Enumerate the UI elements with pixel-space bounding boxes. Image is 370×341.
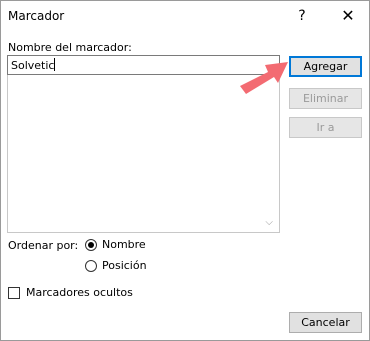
hidden-bookmarks-label: Marcadores ocultos	[26, 286, 133, 299]
close-button[interactable]: ✕	[333, 5, 363, 27]
goto-button[interactable]: Ir a	[289, 117, 362, 138]
bookmark-name-label: Nombre del marcador:	[8, 41, 132, 54]
radio-unselected-icon	[85, 259, 97, 272]
bookmark-dialog: Marcador ? ✕ Nombre del marcador: Solvet…	[0, 0, 370, 341]
pointer-arrow-icon	[240, 62, 288, 94]
add-button[interactable]: Agregar	[289, 56, 362, 77]
dialog-title: Marcador	[8, 9, 65, 23]
sort-by-name-radio[interactable]: Nombre	[85, 238, 146, 251]
sort-option-label: Posición	[102, 259, 147, 272]
help-button[interactable]: ?	[291, 5, 313, 27]
delete-button[interactable]: Eliminar	[289, 88, 362, 109]
checkbox-icon	[8, 286, 20, 299]
hidden-bookmarks-checkbox[interactable]: Marcadores ocultos	[8, 286, 133, 299]
bookmark-name-value: Solvetic	[11, 59, 55, 72]
radio-selected-icon	[85, 238, 97, 251]
sort-by-position-radio[interactable]: Posición	[85, 259, 147, 272]
sort-option-label: Nombre	[102, 238, 146, 251]
chevron-down-icon: ⌵	[265, 217, 273, 228]
cancel-button[interactable]: Cancelar	[289, 312, 362, 333]
text-caret	[54, 58, 56, 71]
sort-label: Ordenar por:	[8, 239, 79, 252]
